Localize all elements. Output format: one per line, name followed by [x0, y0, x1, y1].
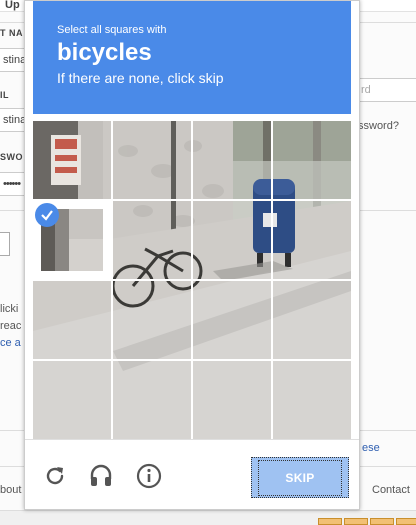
password-field[interactable]: ••••••: [0, 172, 26, 196]
grid-tile[interactable]: [33, 361, 111, 439]
password-field-label: SWO: [0, 152, 23, 162]
grid-tile[interactable]: [193, 201, 271, 279]
grid-divider: [33, 279, 351, 281]
audio-icon[interactable]: [87, 462, 115, 490]
grid-tile[interactable]: [273, 281, 351, 359]
footer-contact-link[interactable]: Contact: [372, 484, 410, 496]
target-keyword: bicycles: [57, 39, 152, 66]
forgot-password-link[interactable]: ssword?: [358, 120, 399, 132]
language-link[interactable]: ese: [362, 442, 380, 454]
grid-tile[interactable]: [193, 281, 271, 359]
grid-tile[interactable]: [113, 201, 191, 279]
grid-tile[interactable]: [33, 121, 111, 199]
grid-tile[interactable]: [113, 121, 191, 199]
email-field-label: IL: [0, 90, 9, 100]
toolbar-button[interactable]: [370, 518, 394, 525]
challenge-footer: SKIP: [25, 439, 359, 509]
name-field-label: T NA: [0, 28, 23, 38]
terms-link[interactable]: ce a: [0, 337, 21, 349]
terms-text-line2: reac: [0, 320, 22, 332]
checkmark-icon: [35, 203, 59, 227]
grid-tile[interactable]: [33, 281, 111, 359]
footer-about-link[interactable]: bout: [0, 484, 21, 496]
email-field[interactable]: stina: [0, 108, 26, 132]
reload-icon[interactable]: [41, 462, 69, 490]
toolbar-button[interactable]: [318, 518, 342, 525]
grid-tile[interactable]: [193, 121, 271, 199]
consent-checkbox[interactable]: [0, 232, 10, 256]
info-icon[interactable]: [135, 462, 163, 490]
name-field[interactable]: stina: [0, 48, 26, 72]
grid-tile[interactable]: [193, 361, 271, 439]
skip-button[interactable]: SKIP: [251, 457, 349, 498]
toolbar-button[interactable]: [396, 518, 416, 525]
challenge-header: Select all squares with bicycles If ther…: [33, 1, 351, 114]
grid-divider: [33, 359, 351, 361]
skip-instruction: If there are none, click skip: [57, 70, 224, 86]
image-grid: [33, 121, 351, 439]
captcha-challenge: Select all squares with bicycles If ther…: [24, 0, 360, 510]
grid-tile[interactable]: [113, 281, 191, 359]
instruction-text: Select all squares with: [57, 24, 167, 36]
right-input[interactable]: rd: [356, 78, 416, 102]
grid-tile[interactable]: [273, 121, 351, 199]
terms-text-line1: licki: [0, 303, 19, 315]
grid-tile[interactable]: [273, 201, 351, 279]
grid-tile[interactable]: [113, 361, 191, 439]
grid-tile[interactable]: [273, 361, 351, 439]
toolbar-button[interactable]: [344, 518, 368, 525]
